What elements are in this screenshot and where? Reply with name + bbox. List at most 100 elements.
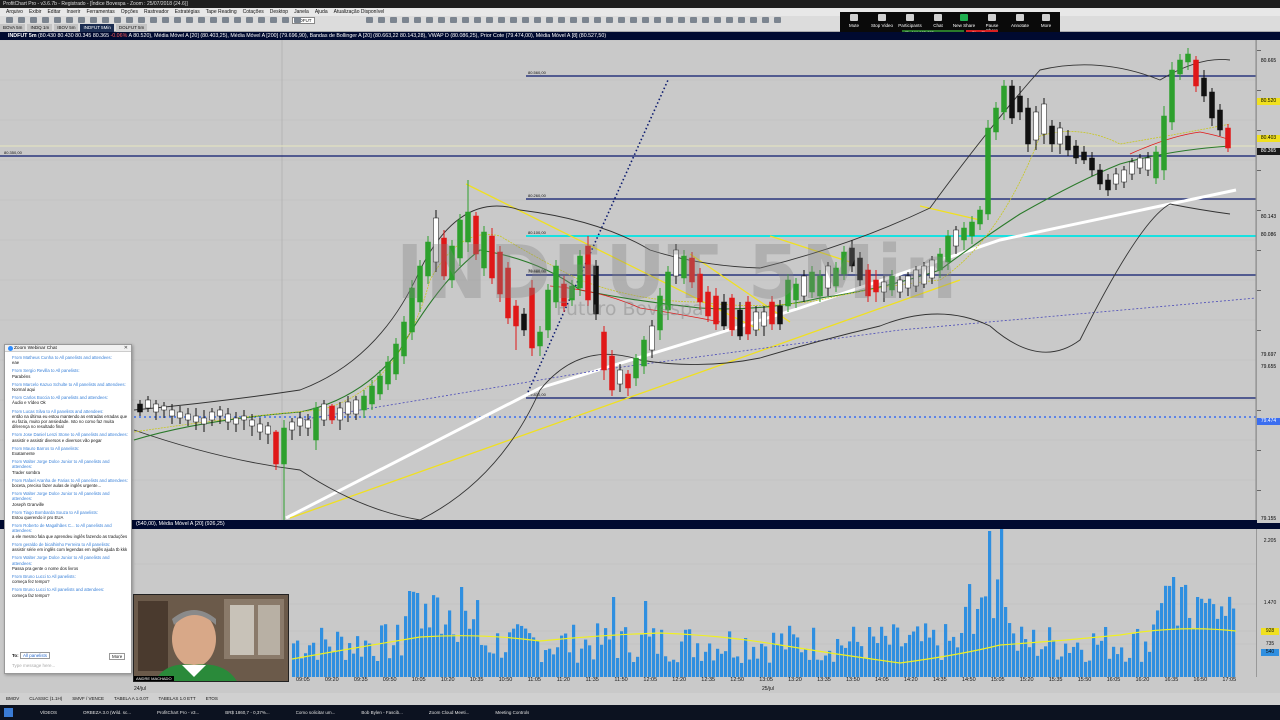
toolbar-icon[interactable] (78, 17, 85, 23)
toolbar-icon[interactable] (390, 17, 397, 23)
toolbar-icon[interactable] (138, 17, 145, 23)
toolbar-icon[interactable] (42, 17, 49, 23)
taskbar-item[interactable]: ORBEZA 3.0 (Wild. sc... (83, 705, 131, 720)
menu-item[interactable]: Arquivo (6, 8, 23, 16)
toolbar-icon[interactable] (558, 17, 565, 23)
stop-video-button[interactable]: Stop Video (870, 14, 894, 28)
menu-item[interactable]: Ferramentas (86, 8, 114, 16)
toolbar-icon[interactable] (570, 17, 577, 23)
toolbar-icon[interactable] (654, 17, 661, 23)
menu-item[interactable]: Inserir (67, 8, 81, 16)
toolbar-icon[interactable] (774, 17, 781, 23)
toolbar-icon[interactable] (474, 17, 481, 23)
tab-chart-active[interactable]: INDFUT 5Min (80, 24, 114, 32)
toolbar-icon[interactable] (582, 17, 589, 23)
taskbar-item[interactable]: Bob Bylen - Fascib... (361, 705, 403, 720)
close-icon[interactable]: ✕ (124, 345, 128, 352)
toolbar-icon[interactable] (546, 17, 553, 23)
toolbar-icon[interactable] (270, 17, 277, 23)
toolbar-icon[interactable] (102, 17, 109, 23)
toolbar-icon[interactable] (54, 17, 61, 23)
tab-chart[interactable]: BOVA 5m (0, 24, 26, 32)
taskbar-item[interactable]: Zoom Cloud Meeti... (429, 705, 470, 720)
recipient-select[interactable]: All panelists (19, 652, 50, 659)
toolbar-icon[interactable] (606, 17, 613, 23)
toolbar-icon[interactable] (174, 17, 181, 23)
chat-button[interactable]: Chat (926, 14, 950, 28)
toolbar-icon[interactable] (18, 17, 25, 23)
toolbar-icon[interactable] (66, 17, 73, 23)
toolbar-icon[interactable] (402, 17, 409, 23)
menu-item[interactable]: Atualização Disponível (334, 8, 385, 16)
taskbar-item[interactable]: VÍDEOS (40, 705, 57, 720)
taskbar-item[interactable]: Meeting Controls (495, 705, 529, 720)
toolbar-icon[interactable] (150, 17, 157, 23)
menu-item[interactable]: Opções (121, 8, 138, 16)
toolbar-icon[interactable] (30, 17, 37, 23)
toolbar-icon[interactable] (210, 17, 217, 23)
menu-item[interactable]: Ajuda (315, 8, 328, 16)
toolbar-icon[interactable] (534, 17, 541, 23)
tab-chart[interactable]: DOLFUT 5m (115, 24, 148, 32)
menu-item[interactable]: Janela (294, 8, 309, 16)
toolbar-icon[interactable] (366, 17, 373, 23)
more-button[interactable]: More (1034, 14, 1058, 28)
toolbar-icon[interactable] (6, 17, 13, 23)
toolbar-icon[interactable] (750, 17, 757, 23)
toolbar-icon[interactable] (426, 17, 433, 23)
toolbar-icon[interactable] (258, 17, 265, 23)
toolbar-icon[interactable] (90, 17, 97, 23)
toolbar-icon[interactable] (234, 17, 241, 23)
toolbar-icon[interactable] (510, 17, 517, 23)
toolbar-icon[interactable] (462, 17, 469, 23)
toolbar-icon[interactable] (198, 17, 205, 23)
toolbar-icon[interactable] (486, 17, 493, 23)
menu-item[interactable]: Cotações (243, 8, 264, 16)
toolbar-icon[interactable] (282, 17, 289, 23)
tab-chart[interactable]: INDQ 1m (27, 24, 53, 32)
mute-button[interactable]: Mute (842, 14, 866, 28)
participants-button[interactable]: Participants (898, 14, 922, 28)
taskbar-item[interactable]: BR$ 1860,7 - 0,37%... (225, 705, 269, 720)
toolbar-icon[interactable] (186, 17, 193, 23)
toolbar-icon[interactable] (690, 17, 697, 23)
chat-input[interactable]: Type message here... (12, 663, 55, 668)
tab-chart[interactable]: IBOV 5m (54, 24, 79, 32)
menu-item[interactable]: Desktop (270, 8, 288, 16)
chat-more-button[interactable]: More (109, 653, 126, 660)
toolbar-icon[interactable] (246, 17, 253, 23)
taskbar-item[interactable]: Como solicitar um... (296, 705, 336, 720)
toolbar-icon[interactable] (642, 17, 649, 23)
toolbar-icon[interactable] (114, 17, 121, 23)
toolbar-icon[interactable] (126, 17, 133, 23)
toolbar-icon[interactable] (702, 17, 709, 23)
toolbar-icon[interactable] (594, 17, 601, 23)
toolbar-icon[interactable] (378, 17, 385, 23)
menu-item[interactable]: Rastreador (144, 8, 169, 16)
price-axis[interactable] (1256, 40, 1280, 520)
toolbar-icon[interactable] (678, 17, 685, 23)
toolbar-icon[interactable] (726, 17, 733, 23)
toolbar-icon[interactable] (522, 17, 529, 23)
menu-item[interactable]: Editar (47, 8, 60, 16)
toolbar-icon[interactable] (294, 17, 301, 23)
menu-item[interactable]: Tape Reading (206, 8, 237, 16)
toolbar-icon[interactable] (762, 17, 769, 23)
new-share-button[interactable]: New Share (952, 14, 976, 28)
toolbar-icon[interactable] (666, 17, 673, 23)
toolbar-icon[interactable] (162, 17, 169, 23)
chat-message-list[interactable]: From Matheus Cunha to All panelists and … (12, 355, 130, 655)
toolbar-icon[interactable] (630, 17, 637, 23)
toolbar-icon[interactable] (498, 17, 505, 23)
toolbar-icon[interactable] (450, 17, 457, 23)
toolbar-icon[interactable] (618, 17, 625, 23)
menu-item[interactable]: Estratégias (175, 8, 200, 16)
windows-start-icon[interactable] (4, 708, 13, 717)
toolbar-icon[interactable] (738, 17, 745, 23)
taskbar-item[interactable]: ProfitChart Pro - v3... (157, 705, 199, 720)
toolbar-icon[interactable] (222, 17, 229, 23)
menu-item[interactable]: Exibir (29, 8, 42, 16)
toolbar-icon[interactable] (714, 17, 721, 23)
toolbar-icon[interactable] (414, 17, 421, 23)
toolbar-icon[interactable] (438, 17, 445, 23)
